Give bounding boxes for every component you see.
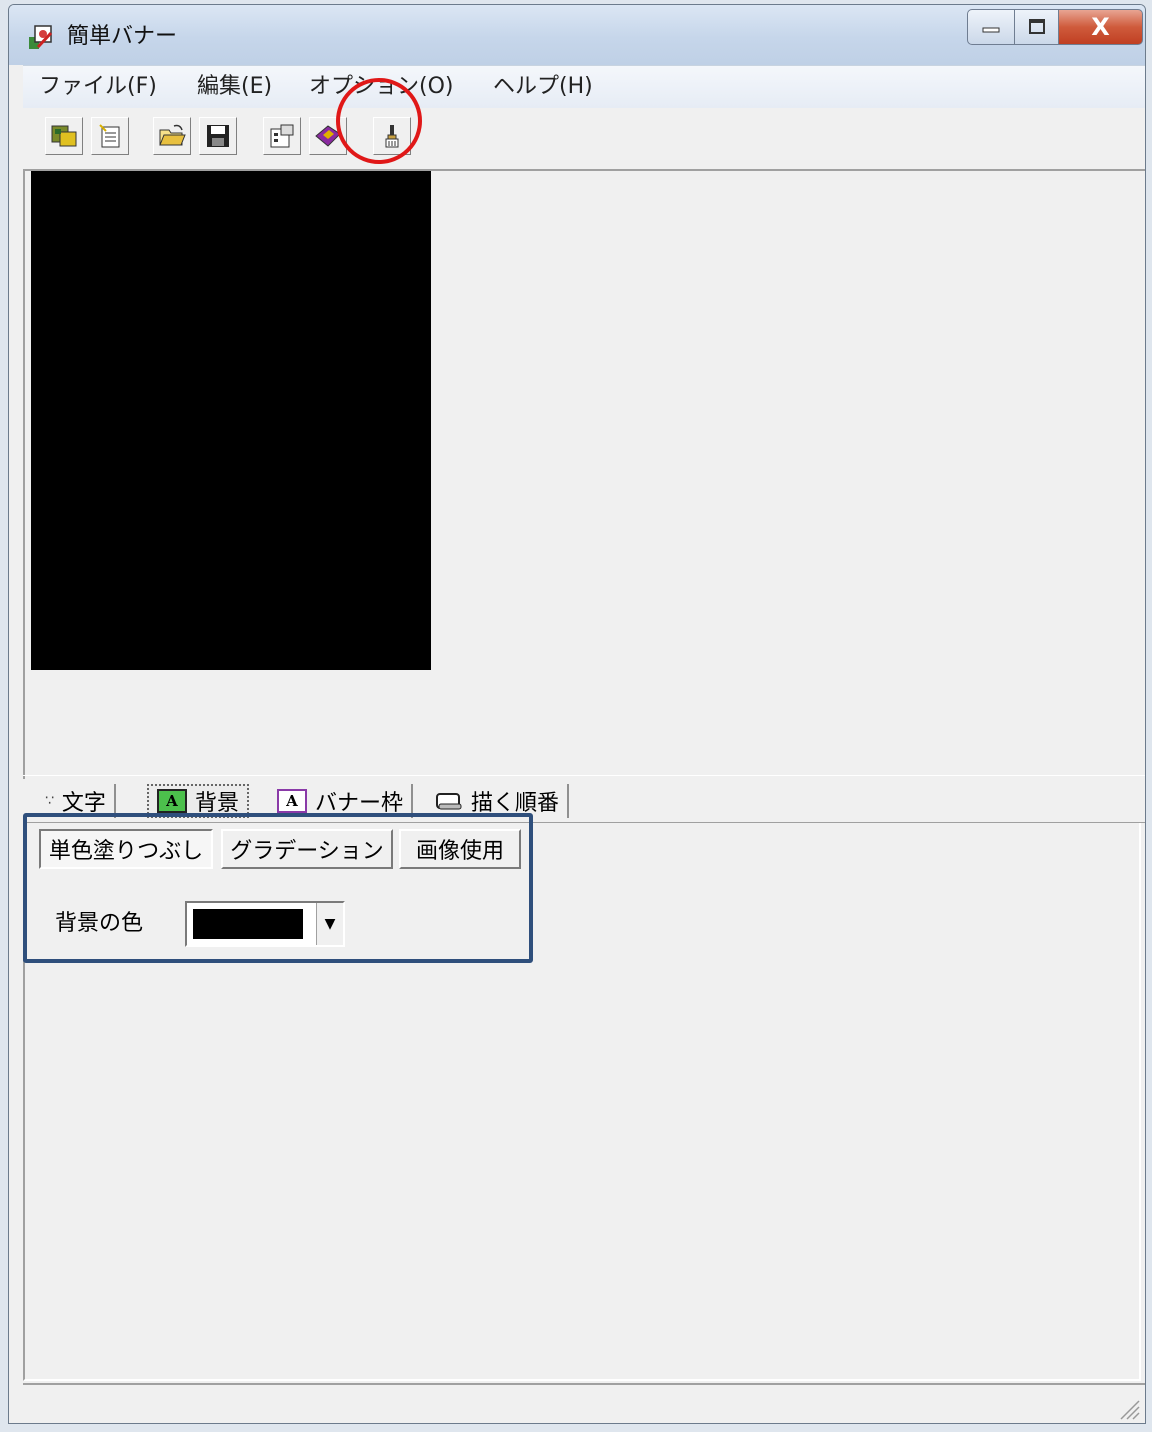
paste-button[interactable] (91, 117, 129, 155)
minimize-icon (982, 27, 1000, 33)
banner-frame-tab-icon: A (277, 789, 307, 813)
open-folder-icon (159, 124, 186, 146)
highlight-circle-annotation (336, 78, 422, 164)
window-title: 簡単バナー (67, 24, 178, 49)
minimize-button[interactable] (967, 9, 1015, 45)
close-icon: X (1091, 13, 1110, 41)
properties-icon (270, 124, 294, 148)
status-bar (23, 1383, 1145, 1423)
save-disk-icon (207, 125, 229, 147)
menu-bar: ファイル(F) 編集(E) オプション(O) ヘルプ(H) (23, 65, 1145, 108)
app-icon (29, 25, 53, 49)
paste-icon (99, 124, 120, 148)
banner-preview[interactable] (31, 171, 431, 670)
new-banner-icon (51, 125, 77, 147)
title-bar[interactable]: 簡単バナー X (9, 5, 1145, 65)
draw-order-tab-icon (436, 793, 462, 810)
canvas-area (23, 171, 1145, 779)
maximize-icon (1028, 19, 1045, 34)
maximize-button[interactable] (1015, 9, 1059, 45)
highlight-rect-annotation (23, 813, 533, 963)
toolbar (23, 107, 1145, 171)
new-banner-button[interactable] (45, 117, 83, 155)
background-tab-icon: A (157, 789, 187, 813)
open-button[interactable] (153, 117, 191, 155)
properties-button[interactable] (263, 117, 301, 155)
menu-file[interactable]: ファイル(F) (39, 72, 157, 102)
save-button[interactable] (199, 117, 237, 155)
menu-edit[interactable]: 編集(E) (197, 72, 272, 102)
menu-help[interactable]: ヘルプ(H) (493, 72, 593, 102)
close-button[interactable]: X (1059, 9, 1143, 45)
app-window: 簡単バナー X ファイル(F) 編集(E) オプション(O) ヘルプ(H) ∵ … (8, 4, 1146, 1424)
text-tab-icon: ∵ (45, 793, 54, 809)
resize-grip-icon[interactable] (1113, 1393, 1141, 1421)
